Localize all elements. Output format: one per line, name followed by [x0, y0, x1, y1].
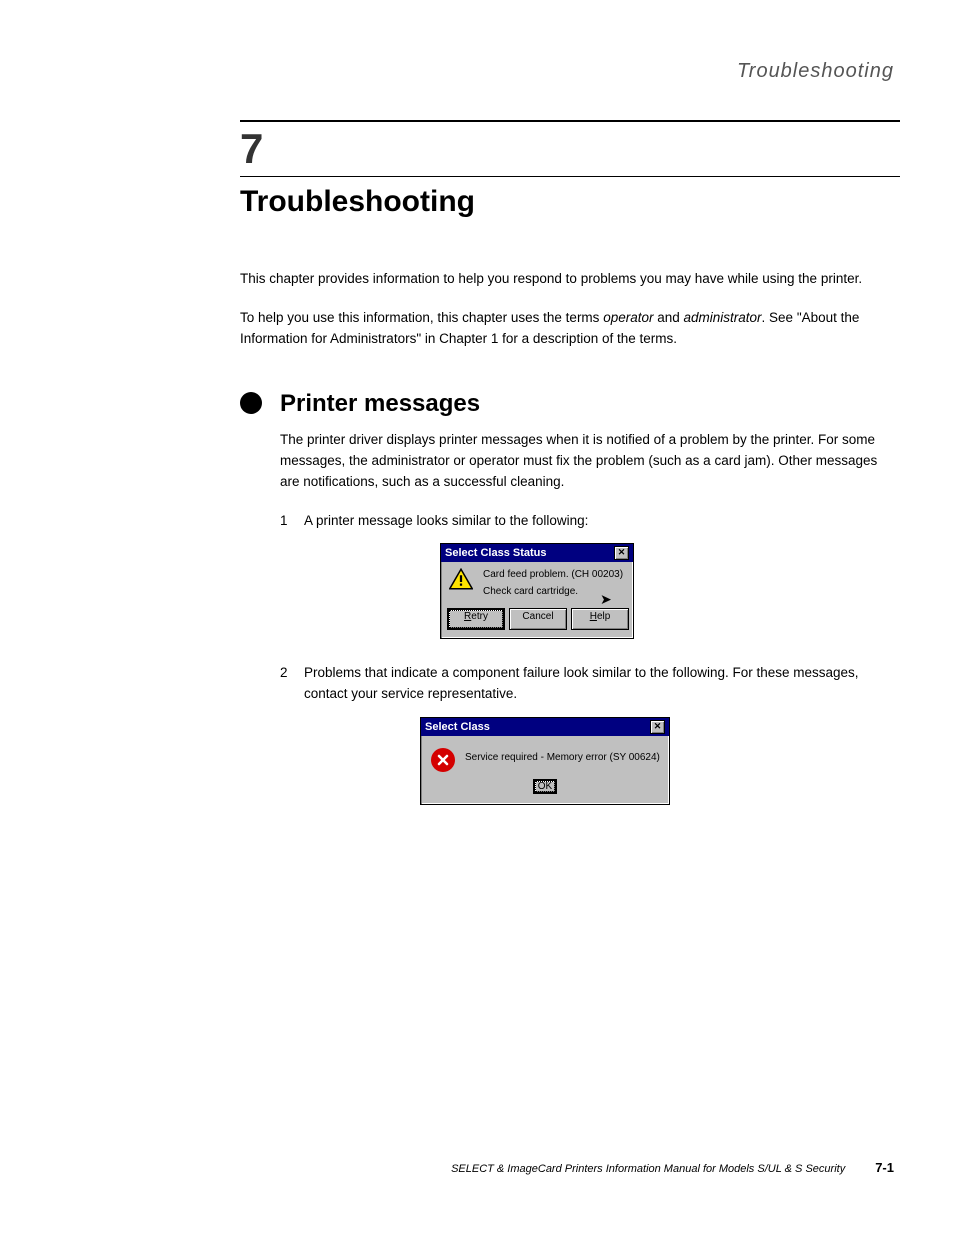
close-icon[interactable]: ✕ — [650, 720, 665, 734]
error-dialog-titlebar[interactable]: Select Class ✕ — [421, 718, 669, 736]
status-dialog-buttons: Retry Cancel Help — [441, 604, 633, 638]
step-1-text: A printer message looks similar to the f… — [304, 511, 588, 532]
step-2-number: 2 — [280, 663, 304, 705]
error-message-line-1: Service required - Memory error (SY 0062… — [465, 751, 660, 764]
chapter-title: Troubleshooting — [240, 185, 900, 219]
warning-icon — [449, 568, 477, 590]
status-message-line-2: Check card cartridge. — [483, 585, 625, 598]
ok-button[interactable]: OK — [533, 779, 557, 794]
page-footer: SELECT & ImageCard Printers Information … — [180, 1160, 894, 1175]
error-icon — [431, 748, 455, 772]
intro-p2-em1: operator — [603, 310, 653, 325]
intro-p2-mid: and — [653, 310, 683, 325]
dialog-2-wrapper: Select Class ✕ Service required - Mem — [420, 717, 900, 805]
dialog-1-wrapper: Select Class Status ✕ — [440, 543, 900, 639]
chapter-number: 7 — [240, 128, 900, 170]
section-title: Printer messages — [280, 390, 480, 418]
intro-p2-prefix: To help you use this information, this c… — [240, 310, 603, 325]
intro-p2-em2: administrator — [684, 310, 762, 325]
step-1: 1 A printer message looks similar to the… — [280, 511, 900, 532]
intro-paragraph-2: To help you use this information, this c… — [240, 308, 900, 350]
retry-button[interactable]: Retry — [447, 608, 505, 630]
step-2-text: Problems that indicate a component failu… — [304, 663, 900, 705]
error-dialog-title: Select Class — [425, 721, 490, 733]
horizontal-rule-under-number — [240, 176, 900, 177]
content-column: 7 Troubleshooting This chapter provides … — [240, 120, 900, 805]
error-icon-col — [431, 746, 459, 772]
horizontal-rule-top — [240, 120, 900, 122]
error-dialog-message: Service required - Memory error (SY 0062… — [465, 751, 660, 768]
cancel-button[interactable]: Cancel — [509, 608, 567, 630]
status-message-line-1: Card feed problem. (CH 00203) — [483, 568, 625, 581]
error-dialog-body: Service required - Memory error (SY 0062… — [421, 736, 669, 776]
footer-doc-title: SELECT & ImageCard Printers Information … — [451, 1163, 845, 1175]
step-1-number: 1 — [280, 511, 304, 532]
help-mnemonic: H — [590, 611, 597, 622]
status-dialog: Select Class Status ✕ — [440, 543, 634, 639]
retry-rest: etry — [471, 611, 488, 622]
status-dialog-title: Select Class Status — [445, 547, 547, 559]
status-dialog-message: Card feed problem. (CH 00203) Check card… — [483, 568, 625, 602]
status-dialog-body: Card feed problem. (CH 00203) Check card… — [441, 562, 633, 604]
help-rest: elp — [597, 611, 610, 622]
close-icon[interactable]: ✕ — [614, 546, 629, 560]
section-heading-row: Printer messages — [240, 390, 900, 418]
help-button[interactable]: Help — [571, 608, 629, 630]
step-2: 2 Problems that indicate a component fai… — [280, 663, 900, 705]
status-dialog-titlebar[interactable]: Select Class Status ✕ — [441, 544, 633, 562]
error-dialog-buttons: OK — [421, 776, 669, 804]
warning-icon-col — [449, 568, 477, 590]
section-paragraph-1: The printer driver displays printer mess… — [280, 430, 900, 493]
bullet-icon — [240, 392, 262, 414]
intro-paragraph-1: This chapter provides information to hel… — [240, 269, 900, 290]
page-container: Troubleshooting 7 Troubleshooting This c… — [0, 0, 954, 1235]
footer-page-number: 7-1 — [875, 1160, 894, 1175]
error-dialog: Select Class ✕ Service required - Mem — [420, 717, 670, 805]
side-running-title: Troubleshooting — [737, 60, 894, 83]
